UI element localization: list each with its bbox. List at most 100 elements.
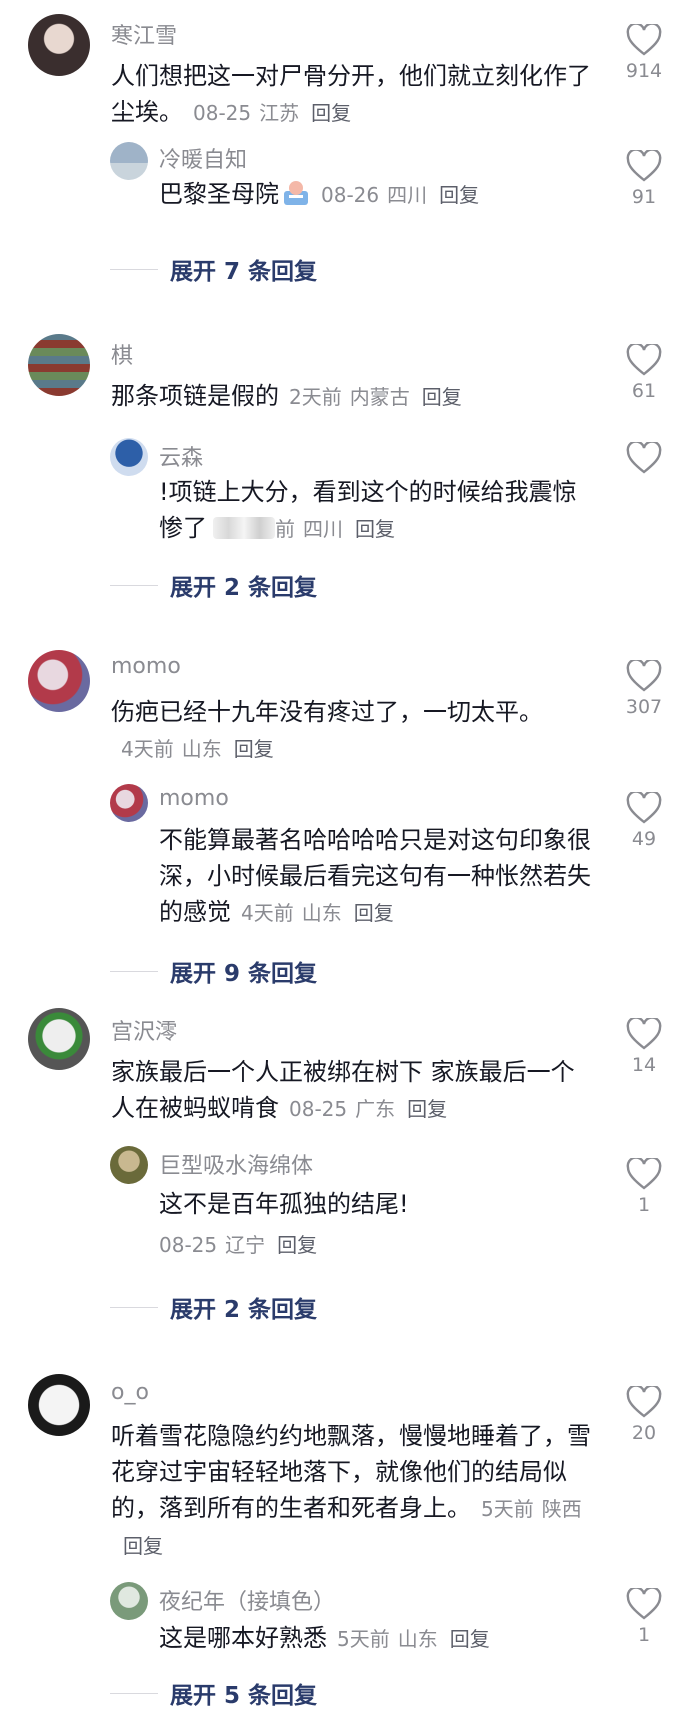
like-count: 91 [631,186,657,208]
like-button[interactable]: 307 [624,660,664,718]
divider [110,970,158,972]
comment-date: 5天前 [481,1497,534,1521]
comment-text: !项链上大分，看到这个的时候给我震惊惨了前四川 回复 [159,474,579,547]
avatar[interactable] [110,1146,148,1184]
comment-text: 听着雪花隐隐约约地飘落，慢慢地睡着了，雪花穿过宇宙轻轻地落下，就像他们的结局似的… [111,1418,591,1564]
divider [110,1306,158,1308]
username[interactable]: 宫沢澪 [111,1014,177,1046]
expand-replies-button[interactable]: 展开 2 条回复 [110,1290,317,1324]
divider [110,584,158,586]
heart-outline-icon [626,24,662,56]
heart-outline-icon [626,1588,662,1620]
like-count: 20 [631,1422,657,1444]
like-button[interactable]: 1 [624,1158,664,1216]
comment-date: 08-25 [289,1097,348,1121]
like-button[interactable]: 20 [624,1386,664,1444]
like-button[interactable] [624,442,664,474]
reply-button[interactable]: 回复 [439,183,479,207]
comment-location: 陕西 [541,1497,582,1521]
reply-button[interactable]: 回复 [450,1627,490,1651]
like-count: 1 [637,1624,651,1646]
avatar[interactable] [110,1582,148,1620]
divider [110,1692,158,1694]
heart-outline-icon [626,660,662,692]
expand-replies-label: 展开 9 条回复 [170,961,318,987]
comment-date: 2天前 [289,385,342,409]
divider [110,268,158,270]
reply-button[interactable]: 回复 [311,101,351,125]
username[interactable]: 棋 [111,338,133,370]
username[interactable]: momo [159,786,229,811]
username[interactable]: 夜纪年（接填色） [159,1584,335,1616]
comment-text: 家族最后一个人正被绑在树下 家族最后一个人在被蚂蚁啃食 08-25 广东 回复 [111,1054,581,1127]
reply-button[interactable]: 回复 [354,901,394,925]
heart-outline-icon [626,1158,662,1190]
username[interactable]: 寒江雪 [111,18,177,50]
reply-button[interactable]: 回复 [422,385,462,409]
reply-button[interactable]: 回复 [355,517,395,541]
expand-replies-button[interactable]: 展开 9 条回复 [110,954,317,988]
expand-replies-label: 展开 2 条回复 [170,1297,318,1323]
comment-location: 山东 [181,737,222,761]
like-count: 14 [631,1054,657,1076]
comment-location: 辽宁 [225,1233,266,1257]
avatar[interactable] [110,438,148,476]
comment-body: 这是哪本好熟悉 [159,1624,327,1652]
reply-button[interactable]: 回复 [234,737,274,761]
like-button[interactable]: 14 [624,1018,664,1076]
reply-button[interactable]: 回复 [407,1097,447,1121]
comment-location: 内蒙古 [349,385,410,409]
reply-button[interactable]: 回复 [277,1233,317,1257]
username[interactable]: 冷暖自知 [159,142,247,174]
comment-date: 4天前 [241,901,294,925]
comment-body: 巴黎圣母院 [159,180,279,208]
comment-location: 四川 [303,517,343,541]
avatar[interactable] [28,334,90,396]
heart-outline-icon [626,344,662,376]
heart-outline-icon [626,442,662,474]
comment-text: 人们想把这一对尸骨分开，他们就立刻化作了尘埃。 08-25 江苏 回复 [111,58,591,131]
like-count: 914 [625,60,663,82]
comment-body: 伤疤已经十九年没有疼过了，一切太平。 [111,698,543,726]
expand-replies-label: 展开 5 条回复 [170,1683,318,1709]
comment-text: 这不是百年孤独的结尾! [159,1186,599,1222]
username[interactable]: o_o [111,1380,149,1405]
comment-date: 08-25 [159,1233,218,1257]
comment-text: 不能算最著名哈哈哈哈只是对这句印象很深，小时候最后看完这句有一种怅然若失的感觉 4… [159,822,599,931]
expand-replies-button[interactable]: 展开 5 条回复 [110,1676,317,1710]
like-button[interactable]: 1 [624,1588,664,1646]
avatar[interactable] [28,1008,90,1070]
like-count: 307 [625,696,663,718]
heart-outline-icon [626,150,662,182]
reply-button[interactable]: 回复 [123,1534,163,1558]
heart-outline-icon [626,1386,662,1418]
comment-location: 江苏 [259,101,300,125]
comment-meta-row: 08-25 辽宁 回复 [159,1226,599,1263]
avatar[interactable] [110,784,148,822]
comment-date: 4天前 [121,737,174,761]
like-button[interactable]: 91 [624,150,664,208]
expand-replies-button[interactable]: 展开 2 条回复 [110,568,317,602]
like-button[interactable]: 61 [624,344,664,402]
comment-body: 这不是百年孤独的结尾! [159,1190,409,1218]
like-button[interactable]: 49 [624,792,664,850]
expand-replies-button[interactable]: 展开 7 条回复 [110,252,317,286]
like-count: 61 [631,380,657,402]
username[interactable]: 巨型吸水海绵体 [159,1148,313,1180]
comment-date: 前 [275,517,295,541]
comment-text: 伤疤已经十九年没有疼过了，一切太平。 4天前 山东 回复 [111,694,551,767]
comment-body: 人们想把这一对尸骨分开，他们就立刻化作了尘埃。 [111,62,591,126]
username[interactable]: momo [111,654,181,679]
like-count: 1 [637,1194,651,1216]
comment-location: 广东 [355,1097,396,1121]
avatar[interactable] [110,142,148,180]
avatar[interactable] [28,14,90,76]
like-button[interactable]: 914 [624,24,664,82]
comment-body: 那条项链是假的 [111,382,279,410]
avatar[interactable] [28,650,90,712]
comment-text: 这是哪本好熟悉 5天前 山东 回复 [159,1620,599,1657]
heart-outline-icon [626,792,662,824]
comment-text: 那条项链是假的 2天前 内蒙古 回复 [111,378,591,415]
username[interactable]: 云森 [159,440,203,472]
avatar[interactable] [28,1374,90,1436]
